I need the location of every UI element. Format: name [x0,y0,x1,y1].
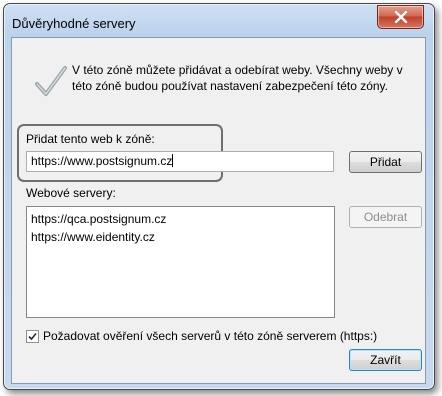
add-button[interactable]: Přidat [349,151,422,173]
checkmark-icon [35,66,67,96]
close-button[interactable]: Zavřít [349,349,422,371]
websites-list[interactable]: https://qca.postsignum.cz https://www.ei… [26,206,335,318]
zone-description: V této zóně můžete přidávat a odebírat w… [72,63,403,93]
remove-button[interactable]: Odebrat [349,206,422,228]
list-item[interactable]: https://qca.postsignum.cz [31,210,330,228]
require-https-label: Požadovat ověření všech serverů v této z… [43,329,378,343]
close-icon [394,11,407,23]
add-site-label: Přidat tento web k zóně: [26,132,155,146]
add-site-input-value: https://www.postsignum.cz [31,154,173,168]
text-caret [172,154,174,167]
require-https-checkbox[interactable] [26,329,39,343]
add-site-input[interactable]: https://www.postsignum.cz [26,151,334,172]
checkbox-checked-icon [28,332,37,340]
window-close-button[interactable] [377,5,424,29]
require-https-row[interactable]: Požadovat ověření všech serverů v této z… [26,329,377,343]
dialog-content: V této zóně můžete přidávat a odebírat w… [11,37,426,384]
trusted-sites-dialog: Důvěryhodné servery V této zóně můžete p… [3,3,435,390]
window-title: Důvěryhodné servery [12,16,136,31]
websites-label: Webové servery: [26,186,116,200]
list-item[interactable]: https://www.eidentity.cz [31,228,330,246]
